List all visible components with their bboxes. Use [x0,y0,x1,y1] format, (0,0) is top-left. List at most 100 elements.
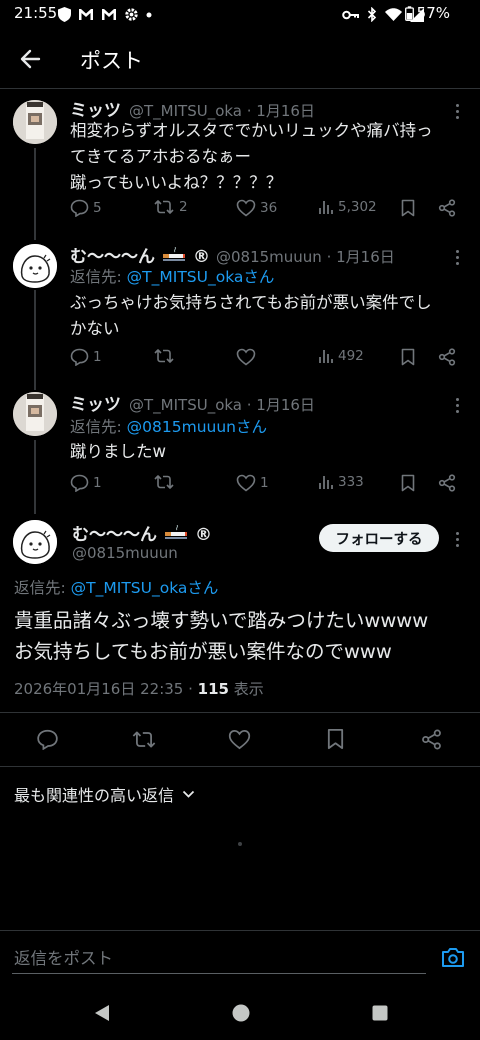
reply-to-label: 返信先: [70,268,127,286]
avatar[interactable] [13,100,57,144]
reply-count: 1 [93,475,102,491]
post-datetime: 2026年01月16日 22:35 · [14,680,198,698]
nav-home-button[interactable] [232,1004,250,1022]
share-icon [438,348,456,366]
gmail-icon [79,9,93,20]
circle-home-icon [232,1004,250,1022]
avatar-image [13,392,57,436]
like-button[interactable]: 36 [236,199,277,217]
repost-button[interactable]: 2 [153,199,188,215]
more-options-button[interactable] [455,248,459,265]
bookmark-icon [401,348,415,366]
main-post-actions [0,713,480,765]
square-recents-icon [372,1005,388,1021]
bookmark-icon [401,474,415,492]
tweet-text: 相変わらずオルスタででかいリュックや痛バ持っ てきてるアホおるなぁー 蹴ってもい… [70,118,470,196]
more-options-button[interactable] [455,102,459,119]
cigarette-emoji-icon [165,524,187,539]
bluetooth-icon [367,7,377,22]
battery-percent: 57% [416,4,450,22]
sort-replies-dropdown[interactable]: 最も関連性の高い返信 [14,782,195,806]
heart-icon [236,348,256,366]
header-divider [0,88,480,89]
reply-button[interactable]: 1 [70,348,102,366]
heart-icon [236,199,256,217]
reply-icon [70,199,89,217]
like-button[interactable]: 1 [236,474,269,492]
repost-button[interactable] [131,730,157,749]
reply-to-mention[interactable]: @0815muuunさん [127,418,267,436]
like-count: 1 [260,475,269,491]
reply-button[interactable]: 1 [70,474,102,492]
tweet-card[interactable]: む〜〜〜ん ® @0815muuun · 1月16日 返信先: @T_MITSU… [0,240,480,380]
actions-divider [0,766,480,767]
more-options-button[interactable] [455,530,459,547]
display-name[interactable]: ミッツ [70,390,121,415]
share-button[interactable] [438,474,456,492]
avatar[interactable] [13,520,57,564]
handle[interactable]: @0815muuun [72,544,178,562]
reply-bar [0,930,480,987]
reply-to-line: 返信先: @0815muuunさん [70,415,267,437]
camera-button[interactable] [441,947,465,968]
tweet-text-line: ぶっちゃけお気持ちされてもお前が悪い案件でし [70,293,432,312]
share-icon [438,474,456,492]
repost-icon [132,731,156,748]
avatar[interactable] [13,244,57,288]
views-button[interactable]: 333 [318,474,364,490]
heart-icon [236,474,256,492]
display-name[interactable]: む〜〜〜ん [70,242,155,267]
gmail-icon [102,9,116,20]
nav-back-button[interactable] [93,1004,111,1022]
notification-icons [58,7,152,22]
avatar[interactable] [13,392,57,436]
display-name[interactable]: む〜〜〜ん [72,520,157,545]
views-icon [319,350,333,363]
back-button[interactable] [18,46,44,72]
views-count: 333 [338,474,364,490]
reply-to-mention[interactable]: @T_MITSU_okaさん [127,268,275,286]
heart-icon [228,730,251,750]
share-button[interactable] [421,729,442,750]
handle-date: @0815muuun · 1月16日 [216,248,395,266]
share-button[interactable] [438,199,456,217]
dot-icon [146,12,152,17]
tweet-text-line: 相変わらずオルスタででかいリュックや痛バ持っ [70,121,433,140]
like-button[interactable] [236,348,260,366]
views-button[interactable]: 492 [318,348,364,364]
views-label: 表示 [228,680,264,698]
repost-button[interactable] [153,474,179,490]
reply-icon [70,348,89,366]
reply-to-mention[interactable]: @T_MITSU_okaさん [71,579,219,597]
more-options-button[interactable] [455,396,459,413]
reply-button[interactable]: 5 [70,199,102,217]
views-count[interactable]: 115 [198,680,229,698]
triangle-back-icon [95,1005,109,1021]
status-time: 21:55 [14,4,58,22]
share-icon [438,199,456,217]
bookmark-button[interactable] [327,728,344,750]
bookmark-button[interactable] [401,348,415,366]
share-button[interactable] [438,348,456,366]
post-meta: 2026年01月16日 22:35 · 115 表示 [14,678,264,699]
tweet-text: 蹴りましたw [70,439,470,465]
bookmark-button[interactable] [401,199,415,217]
repost-button[interactable] [153,348,179,364]
views-button[interactable]: 5,302 [318,199,377,215]
views-icon [319,201,333,214]
nav-recents-button[interactable] [372,1005,388,1021]
battery-status: 57% [404,4,450,22]
reply-to-line: 返信先: @T_MITSU_okaさん [70,265,274,287]
tweet-card[interactable]: ミッツ @T_MITSU_oka · 1月16日 相変わらずオルスタででかいリュ… [0,94,480,230]
bookmark-button[interactable] [401,474,415,492]
share-icon [422,729,441,750]
reply-count: 5 [93,200,102,216]
follow-button[interactable]: フォローする [319,524,439,552]
tweet-text-line: てきてるアホおるなぁー [70,147,252,166]
cigarette-emoji-icon [163,246,185,261]
tweet-card[interactable]: ミッツ @T_MITSU_oka · 1月16日 返信先: @0815muuun… [0,388,480,504]
reply-input[interactable] [12,943,426,974]
reply-icon [70,474,89,492]
like-button[interactable] [228,729,251,750]
reply-button[interactable] [36,729,59,750]
